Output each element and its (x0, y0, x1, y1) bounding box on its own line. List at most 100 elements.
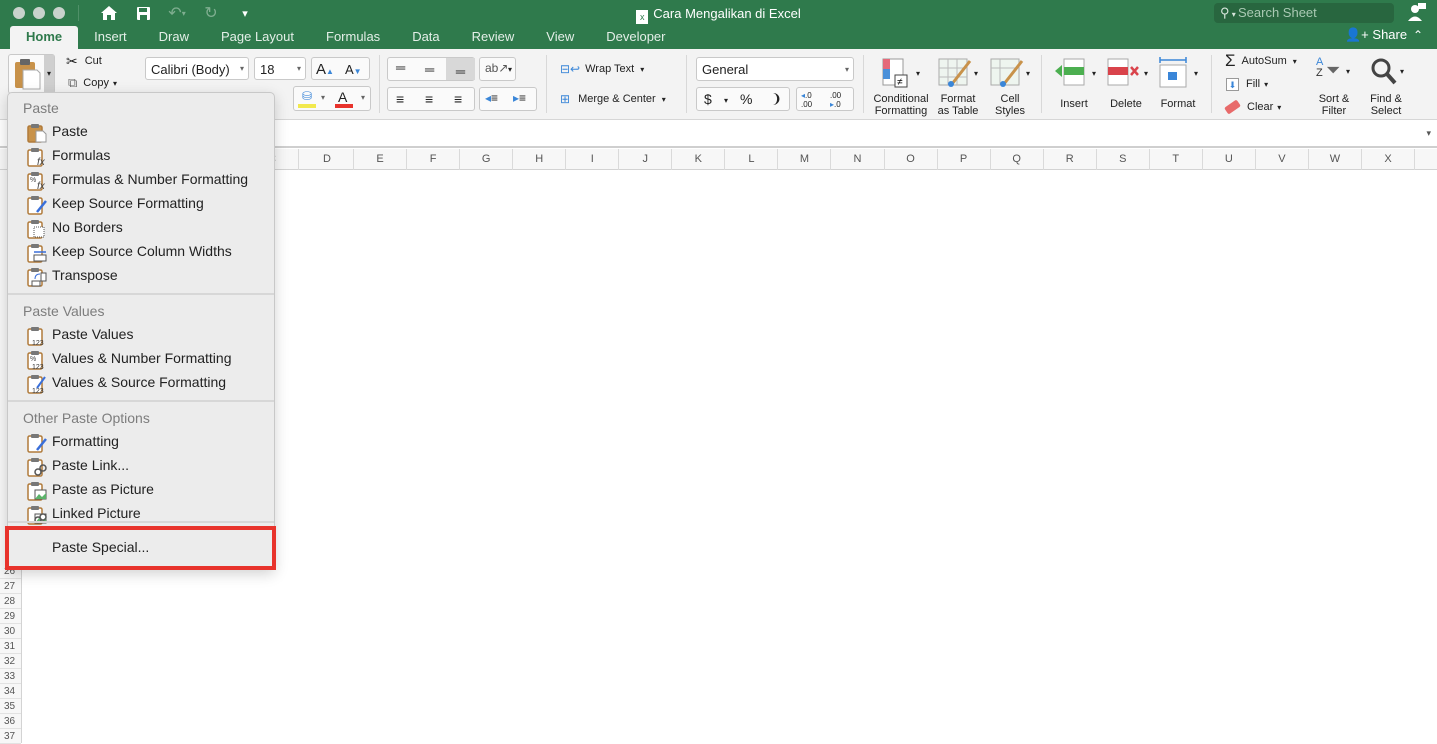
delete-cells-button[interactable]: ▾ Delete (1102, 55, 1150, 117)
tab-home[interactable]: Home (10, 26, 79, 49)
search-sheet-input[interactable]: ⚲ ▾ Search Sheet (1214, 3, 1394, 23)
row-header[interactable]: 33 (0, 669, 21, 684)
menu-item-formatting[interactable]: Formatting (8, 430, 274, 454)
share-button[interactable]: 👤+ Share (1345, 27, 1407, 43)
orientation-button[interactable]: ab↗ ▾ (479, 57, 516, 81)
tab-data[interactable]: Data (396, 26, 455, 49)
tab-page-layout[interactable]: Page Layout (205, 26, 310, 49)
menu-item-values-source-formatting[interactable]: 123 Values & Source Formatting (8, 371, 274, 395)
column-header[interactable]: V (1256, 149, 1309, 170)
copy-button[interactable]: ⧉ Copy ▾ (68, 75, 117, 91)
decrease-decimal-button[interactable]: .00 ▸.0 (830, 91, 841, 109)
tab-view[interactable]: View (530, 26, 590, 49)
font-size-select[interactable]: 18 ▾ (254, 57, 306, 80)
column-header[interactable]: W (1309, 149, 1362, 170)
clear-button[interactable]: Clear ▾ (1224, 99, 1281, 115)
tab-review[interactable]: Review (456, 26, 531, 49)
number-format-select[interactable]: General ▾ (696, 57, 854, 81)
decrease-indent-button[interactable]: ◂≡ (485, 91, 498, 105)
column-header[interactable]: K (672, 149, 726, 170)
column-header[interactable]: U (1203, 149, 1256, 170)
increase-decimal-button[interactable]: ◂.0.00 (801, 91, 812, 109)
menu-item-paste[interactable]: Paste (8, 120, 274, 144)
merge-center-button[interactable]: ⊞ Merge & Center ▾ (560, 91, 666, 107)
cell-styles-button[interactable]: ▾ Cell Styles (986, 55, 1034, 117)
align-center-button[interactable]: ≡ (425, 91, 433, 107)
cut-button[interactable]: ✂ Cut (66, 53, 102, 69)
align-middle-button[interactable]: ═ (425, 62, 434, 77)
column-header[interactable]: M (778, 149, 832, 170)
row-header[interactable]: 27 (0, 579, 21, 594)
column-header[interactable]: T (1150, 149, 1203, 170)
menu-item-transpose[interactable]: Transpose (8, 264, 274, 288)
column-header[interactable]: O (885, 149, 938, 170)
comma-style-button[interactable]: ❩ (771, 91, 782, 107)
column-header[interactable]: L (725, 149, 779, 170)
increase-indent-button[interactable]: ▸≡ (513, 91, 526, 105)
row-header[interactable]: 32 (0, 654, 21, 669)
align-bottom-button[interactable]: ═ (446, 58, 475, 80)
row-header[interactable]: 37 (0, 729, 21, 744)
column-header[interactable]: R (1044, 149, 1097, 170)
tab-insert[interactable]: Insert (78, 26, 143, 49)
percent-button[interactable]: % (740, 91, 752, 107)
insert-cells-button[interactable]: ▾ Insert (1050, 55, 1098, 117)
align-top-button[interactable]: ═ (396, 60, 405, 75)
wrap-text-button[interactable]: ⊟↩ Wrap Text ▾ (560, 61, 644, 77)
row-header[interactable]: 31 (0, 639, 21, 654)
column-header[interactable]: P (938, 149, 991, 170)
column-header[interactable]: I (566, 149, 620, 170)
menu-item-keep-source-formatting[interactable]: Keep Source Formatting (8, 192, 274, 216)
autosum-button[interactable]: Σ AutoSum ▾ (1225, 51, 1297, 70)
paste-button[interactable]: ▾ (8, 54, 55, 94)
sort-filter-button[interactable]: AZ ⏷ ▾ Sort & Filter (1310, 55, 1358, 118)
paste-formulas-number-formatting-icon: fx% (27, 171, 47, 192)
format-cells-button[interactable]: ▾ Format (1154, 55, 1202, 117)
account-icon[interactable] (1408, 3, 1426, 21)
column-header[interactable]: N (832, 149, 885, 170)
fill-button[interactable]: ⬇ Fill ▾ (1226, 76, 1268, 92)
column-header[interactable]: X (1362, 149, 1415, 170)
row-header[interactable]: 29 (0, 609, 21, 624)
row-header[interactable]: 35 (0, 699, 21, 714)
row-header[interactable]: 30 (0, 624, 21, 639)
menu-item-formulas-number-formatting[interactable]: fx% Formulas & Number Formatting (8, 168, 274, 192)
column-header[interactable]: H (513, 149, 567, 170)
menu-item-formulas[interactable]: fx Formulas (8, 144, 274, 168)
tab-formulas[interactable]: Formulas (310, 26, 396, 49)
row-header[interactable]: 28 (0, 594, 21, 609)
column-header[interactable]: G (460, 149, 514, 170)
eraser-icon (1224, 99, 1241, 115)
column-header[interactable]: S (1097, 149, 1150, 170)
menu-item-paste-as-picture[interactable]: Paste as Picture (8, 478, 274, 502)
column-header[interactable]: Q (991, 149, 1044, 170)
row-header[interactable]: 34 (0, 684, 21, 699)
menu-item-values-number-formatting[interactable]: 123% Values & Number Formatting (8, 347, 274, 371)
menu-separator (8, 400, 274, 402)
font-color-button[interactable]: A (334, 89, 356, 109)
column-header[interactable]: D (301, 149, 354, 170)
row-header[interactable]: 36 (0, 714, 21, 729)
menu-item-keep-source-column-widths[interactable]: Keep Source Column Widths (8, 240, 274, 264)
column-header[interactable]: J (619, 149, 673, 170)
menu-item-paste-values[interactable]: 123 Paste Values (8, 323, 274, 347)
shrink-font-button[interactable]: A▼ (345, 62, 362, 77)
highlight-color-button[interactable]: ⛁ (297, 89, 319, 109)
collapse-ribbon-icon[interactable]: ⌃ (1413, 28, 1423, 42)
font-name-select[interactable]: Calibri (Body) ▾ (145, 57, 249, 80)
currency-button[interactable]: $ (704, 91, 712, 107)
menu-item-no-borders[interactable]: No Borders (8, 216, 274, 240)
format-as-table-button[interactable]: ▾ Format as Table (934, 55, 982, 117)
conditional-formatting-button[interactable]: ≠ ▾ Conditional Formatting (870, 55, 932, 117)
menu-item-paste-link[interactable]: Paste Link... (8, 454, 274, 478)
expand-formula-bar-icon[interactable]: ▾ (1426, 128, 1431, 139)
grow-font-button[interactable]: A▲ (316, 61, 334, 78)
column-header[interactable]: F (407, 149, 461, 170)
tab-developer[interactable]: Developer (590, 26, 681, 49)
column-header[interactable]: E (354, 149, 408, 170)
tab-draw[interactable]: Draw (143, 26, 205, 49)
find-select-button[interactable]: ▾ Find & Select (1362, 55, 1410, 117)
align-right-button[interactable]: ≡ (454, 91, 462, 107)
paste-dropdown-icon[interactable]: ▾ (44, 55, 54, 93)
align-left-button[interactable]: ≡ (396, 91, 404, 107)
